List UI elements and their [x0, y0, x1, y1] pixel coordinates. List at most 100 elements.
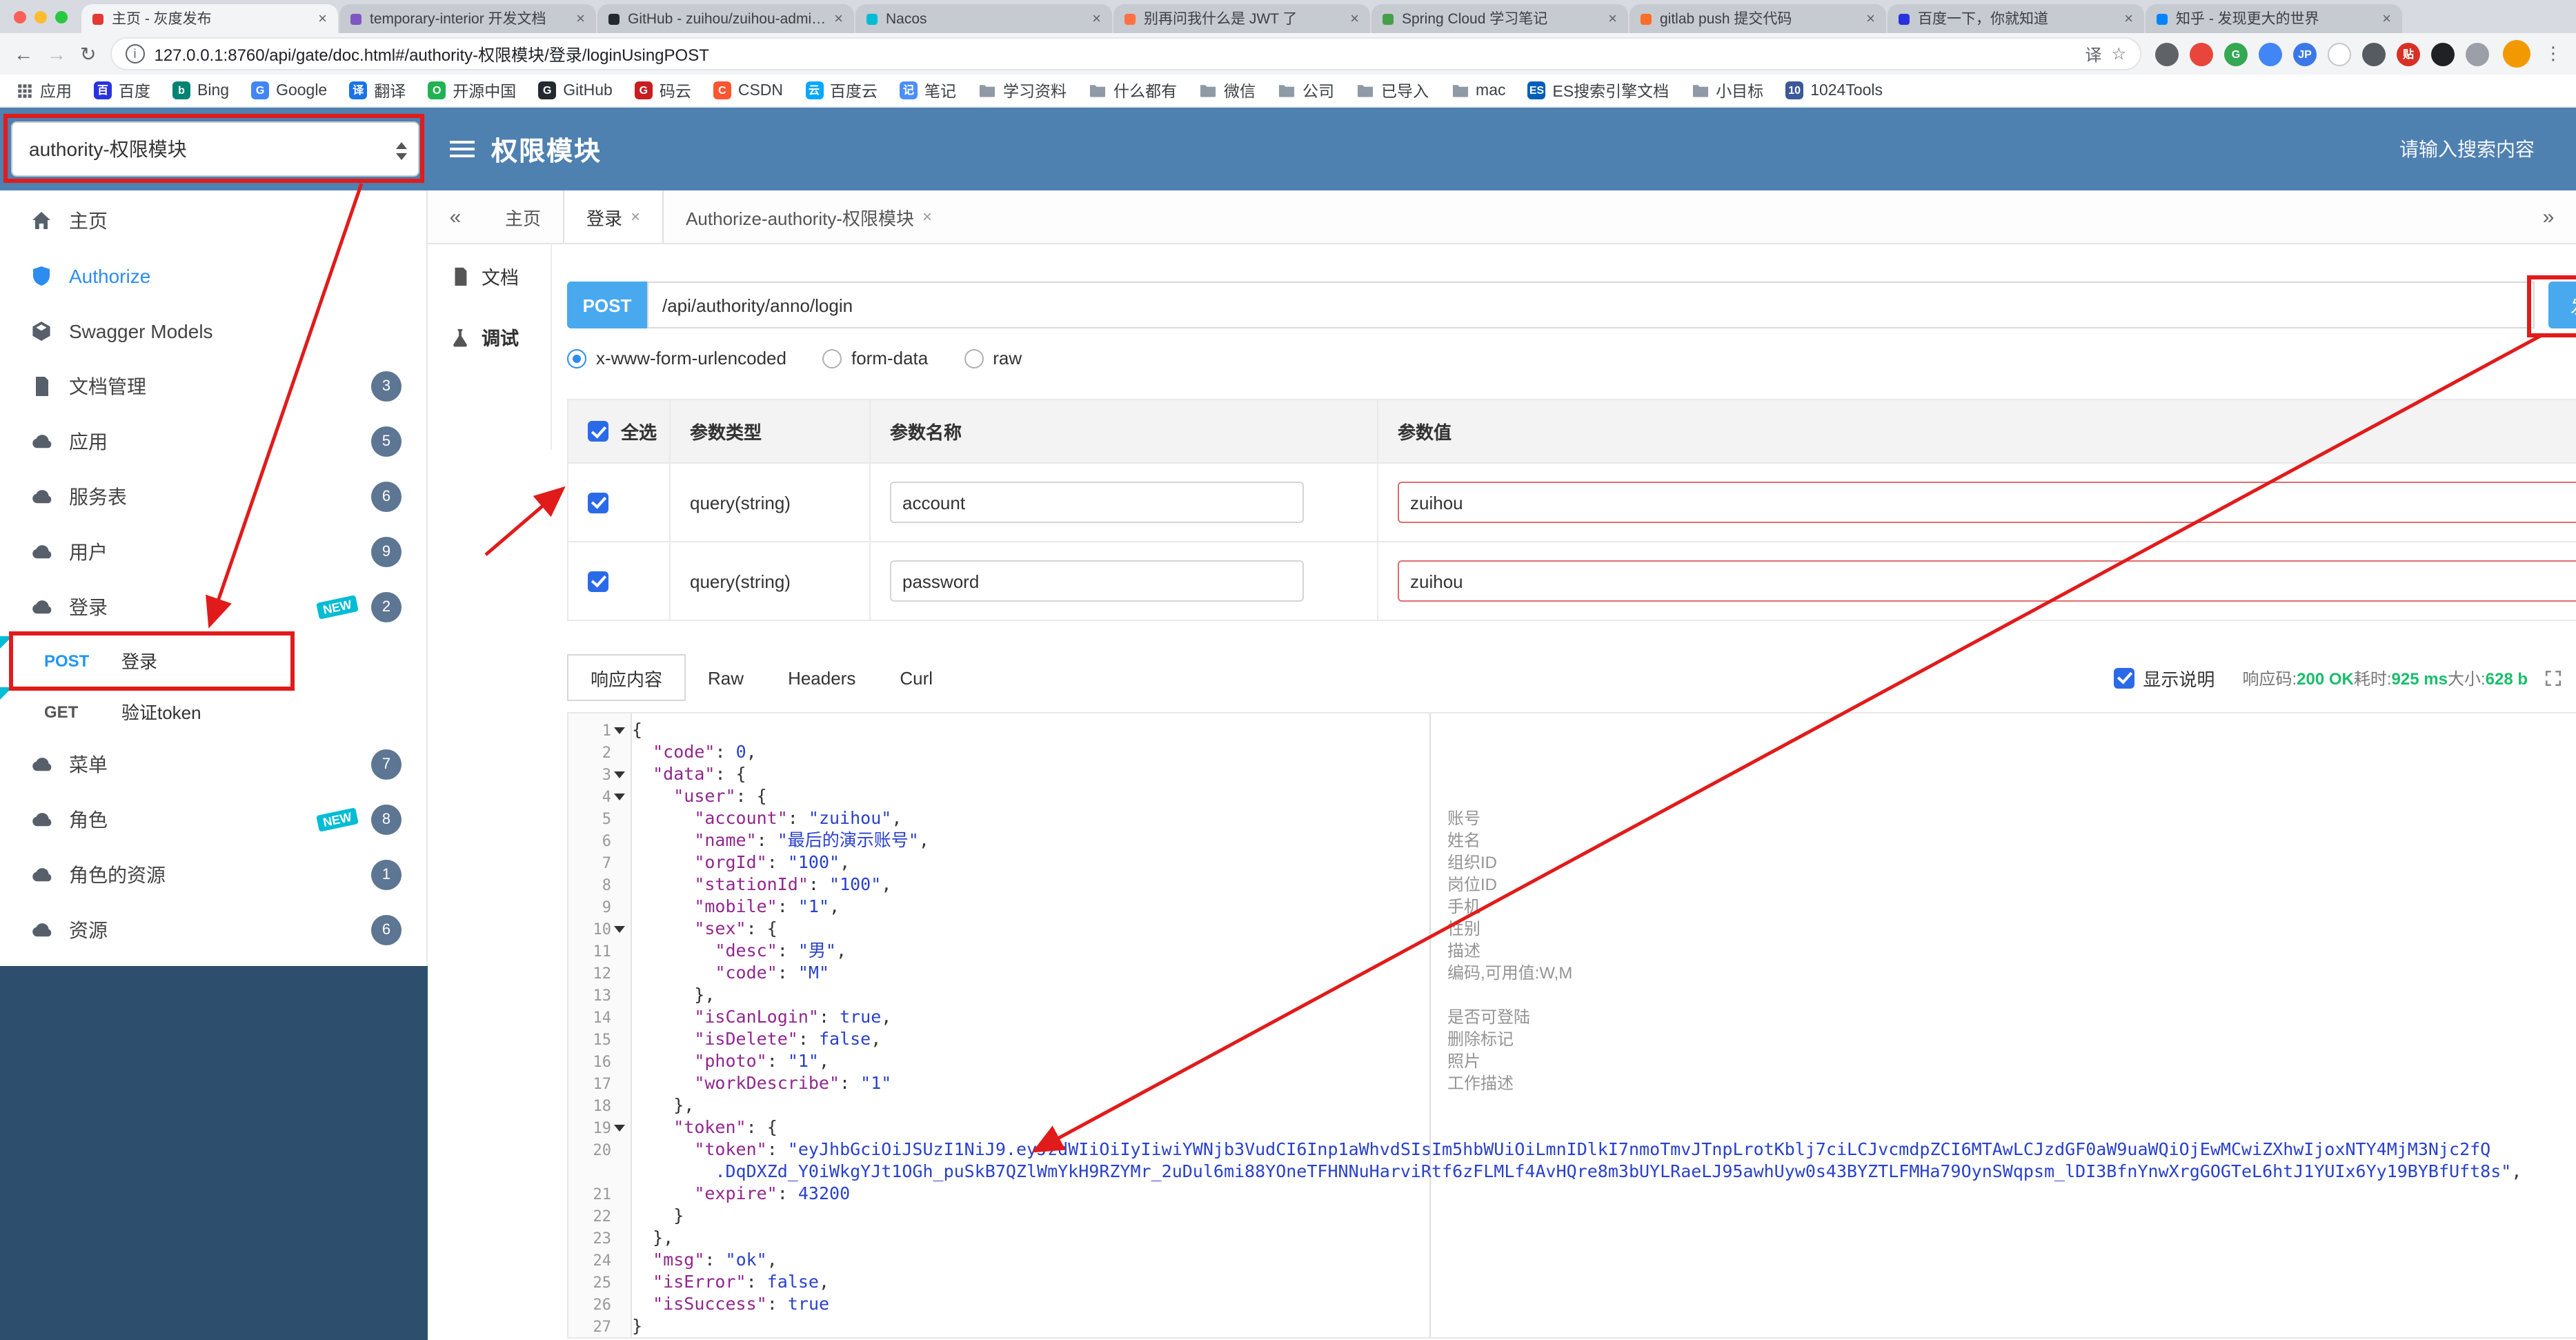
- bookmark-item[interactable]: 公司: [1278, 79, 1334, 101]
- bookmark-item[interactable]: 什么都有: [1089, 79, 1177, 101]
- bookmark-item[interactable]: 云百度云: [805, 79, 878, 101]
- tab-close-icon[interactable]: ×: [1866, 10, 1875, 27]
- tab-close-icon[interactable]: ×: [631, 207, 640, 226]
- response-tab-Curl[interactable]: Curl: [878, 656, 955, 700]
- sidebar-item-service-table[interactable]: 服务表 6: [0, 469, 426, 524]
- body-type-option[interactable]: raw: [964, 348, 1022, 368]
- radio-icon[interactable]: [822, 348, 842, 368]
- document-tab[interactable]: 登录 ×: [563, 190, 664, 243]
- bookmark-item[interactable]: O 开源中国: [428, 79, 516, 101]
- tab-close-icon[interactable]: ×: [922, 207, 932, 226]
- tool-调试[interactable]: 调试: [428, 306, 551, 367]
- api-path-input[interactable]: [647, 282, 2535, 328]
- tab-close-icon[interactable]: ×: [1608, 10, 1617, 27]
- bookmark-star-icon[interactable]: ☆: [2111, 44, 2126, 63]
- body-type-option[interactable]: x-www-form-urlencoded: [567, 348, 786, 368]
- tool-文档[interactable]: 文档: [428, 246, 551, 306]
- fold-caret-icon[interactable]: [611, 793, 628, 800]
- maximize-window-icon[interactable]: [55, 11, 68, 23]
- sidebar-item-swagger-models[interactable]: Swagger Models: [0, 304, 426, 359]
- browser-tab[interactable]: 百度一下，你就知道 ×: [1888, 4, 2144, 33]
- param-checkbox[interactable]: [588, 492, 608, 513]
- tab-close-icon[interactable]: ×: [2382, 10, 2391, 27]
- sidebar-item-authorize[interactable]: Authorize: [0, 248, 426, 304]
- url-text[interactable]: 127.0.0.1:8760/api/gate/doc.html#/author…: [154, 42, 2075, 66]
- bookmark-item[interactable]: 百百度: [94, 79, 150, 101]
- profile-avatar[interactable]: [2503, 40, 2530, 68]
- param-checkbox[interactable]: [588, 571, 608, 591]
- fullscreen-icon[interactable]: [2544, 669, 2562, 687]
- browser-tab[interactable]: 别再问我什么是 JWT 了 ×: [1113, 4, 1370, 33]
- param-value-input[interactable]: [1398, 482, 2576, 523]
- bookmark-item[interactable]: C CSDN: [713, 81, 783, 99]
- clip-ext-icon[interactable]: 贴: [2397, 42, 2420, 66]
- forward-icon[interactable]: →: [47, 44, 66, 63]
- sidebar-item-resource[interactable]: 资源 6: [0, 903, 426, 958]
- document-tab[interactable]: 主页: [483, 190, 563, 243]
- site-info-icon[interactable]: i: [125, 44, 145, 63]
- tab-close-icon[interactable]: ×: [576, 10, 585, 27]
- radio-icon[interactable]: [567, 348, 586, 368]
- red-ext-icon[interactable]: [2190, 42, 2213, 66]
- sidebar-item-role-resource[interactable]: 角色的资源 1: [0, 847, 426, 903]
- response-tab-Raw[interactable]: Raw: [686, 656, 766, 700]
- tab-close-icon[interactable]: ×: [834, 10, 843, 27]
- dark-ext-icon[interactable]: [2431, 42, 2455, 66]
- tab-close-icon[interactable]: ×: [2124, 10, 2133, 27]
- bookmark-item[interactable]: 应用: [17, 79, 72, 101]
- show-description-toggle[interactable]: 显示说明: [2114, 664, 2215, 691]
- bookmark-item[interactable]: G GitHub: [538, 81, 613, 99]
- browser-tab[interactable]: temporary-interior 开发文档 ×: [339, 4, 596, 33]
- fold-caret-icon[interactable]: [611, 925, 628, 932]
- bookmark-item[interactable]: ES ES搜索引擎文档: [1527, 79, 1669, 101]
- browser-tab[interactable]: GitHub - zuihou/zuihou-admin-cloud ×: [597, 4, 854, 33]
- shield-ext-icon[interactable]: [2362, 42, 2386, 66]
- tab-close-icon[interactable]: ×: [318, 10, 327, 27]
- sidebar-item-home[interactable]: 主页: [0, 193, 426, 248]
- sidebar-item-doc-manage[interactable]: 文档管理 3: [0, 359, 426, 414]
- bookmark-item[interactable]: mac: [1451, 81, 1506, 99]
- tabs-scroll-right-icon[interactable]: »: [2521, 190, 2576, 243]
- search-input[interactable]: 请输入搜索内容: [2399, 135, 2535, 163]
- send-button[interactable]: 发送: [2548, 282, 2576, 328]
- puzzle-ext-icon[interactable]: [2466, 42, 2489, 66]
- browser-tab[interactable]: 主页 - 灰度发布 ×: [81, 4, 338, 33]
- browser-tab[interactable]: 知乎 - 发现更大的世界 ×: [2146, 4, 2402, 33]
- sidebar-item-application[interactable]: 应用 5: [0, 414, 426, 469]
- reload-icon[interactable]: ↻: [80, 44, 96, 63]
- bookmark-item[interactable]: 已导入: [1356, 79, 1429, 101]
- browser-tab[interactable]: gitlab push 提交代码 ×: [1629, 4, 1886, 33]
- select-all-checkbox[interactable]: [588, 421, 608, 442]
- param-name-input[interactable]: [890, 482, 1304, 523]
- sidebar-item-role[interactable]: 角色 NEW 8: [0, 792, 426, 847]
- bookmark-item[interactable]: 译翻译: [349, 79, 406, 101]
- tab-close-icon[interactable]: ×: [1092, 10, 1101, 27]
- browser-tab[interactable]: Nacos ×: [855, 4, 1112, 33]
- fold-caret-icon[interactable]: [611, 727, 628, 733]
- tab-close-icon[interactable]: ×: [1350, 10, 1359, 27]
- translate-icon[interactable]: 译: [2085, 42, 2101, 66]
- bookmark-item[interactable]: G 码云: [634, 79, 691, 101]
- browser-tab[interactable]: Spring Cloud 学习笔记 ×: [1371, 4, 1628, 33]
- back-icon[interactable]: ←: [14, 44, 33, 63]
- jp-ext-icon[interactable]: JP: [2293, 42, 2317, 66]
- address-bar[interactable]: i 127.0.0.1:8760/api/gate/doc.html#/auth…: [110, 37, 2141, 70]
- param-value-input[interactable]: [1398, 560, 2576, 602]
- blue-ext-icon[interactable]: [2259, 42, 2282, 66]
- response-tab-Headers[interactable]: Headers: [766, 656, 878, 700]
- sidebar-item-verify-token-get[interactable]: GET 验证token: [0, 686, 426, 737]
- bookmark-item[interactable]: G Google: [251, 81, 327, 99]
- browser-menu-icon[interactable]: ⋮: [2544, 43, 2562, 65]
- minimize-window-icon[interactable]: [34, 11, 47, 23]
- response-tab-响应内容[interactable]: 响应内容: [567, 654, 686, 701]
- sidebar-item-menu[interactable]: 菜单 7: [0, 737, 426, 792]
- bookmark-item[interactable]: 微信: [1199, 79, 1256, 101]
- white-ext-icon[interactable]: [2328, 42, 2351, 66]
- screenshot-ext-icon[interactable]: [2155, 42, 2179, 66]
- show-description-checkbox[interactable]: [2114, 667, 2135, 688]
- radio-icon[interactable]: [964, 348, 984, 368]
- sidebar-item-login-post[interactable]: POST 登录: [0, 635, 426, 686]
- param-name-input[interactable]: [890, 560, 1304, 602]
- bookmark-item[interactable]: 小目标: [1691, 79, 1763, 101]
- bookmark-item[interactable]: 学习资料: [978, 79, 1067, 101]
